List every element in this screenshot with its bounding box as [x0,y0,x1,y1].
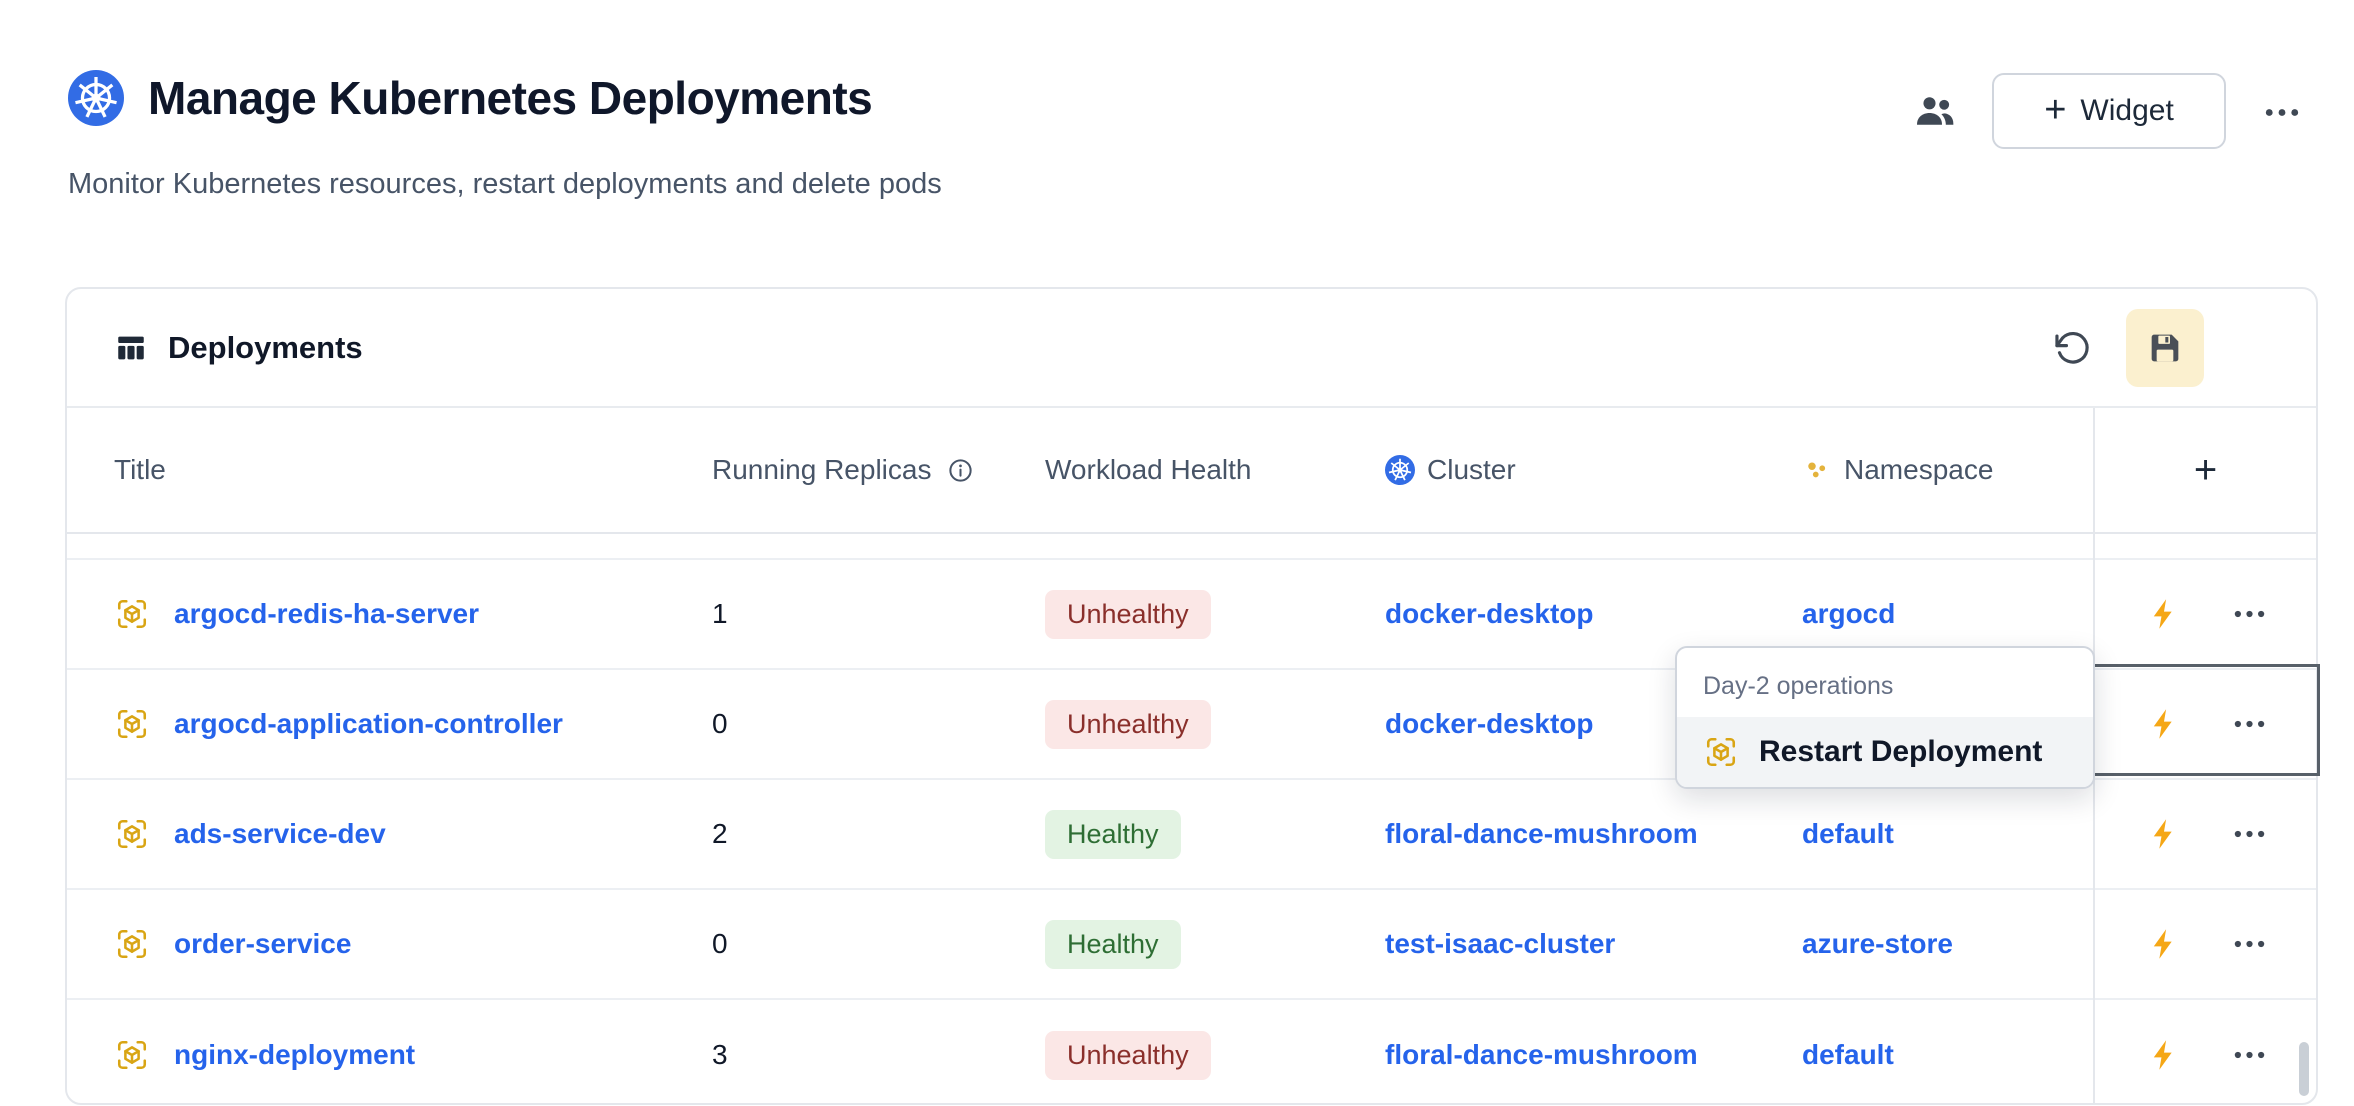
day2-operations-button[interactable] [2146,596,2182,632]
popup-header: Day-2 operations [1677,648,2093,717]
page-subtitle: Monitor Kubernetes resources, restart de… [68,168,942,201]
table-header-row: Title Running Replicas Workload Health C… [67,408,2316,534]
deployment-entity-icon [114,816,150,852]
vertical-scrollbar-thumb[interactable] [2299,1042,2309,1096]
card-title: Deployments [168,330,363,366]
deployment-entity-icon [114,596,150,632]
cluster-link[interactable]: test-isaac-cluster [1385,928,1615,959]
plus-icon: + [2044,91,2066,129]
ellipsis-icon [2234,610,2265,618]
ellipsis-icon [2234,1051,2265,1059]
column-header-title: Title [114,454,712,486]
health-badge: Unhealthy [1045,590,1211,639]
save-button[interactable] [2126,309,2204,387]
partially-scrolled-row [67,534,2316,560]
deployment-title-link[interactable]: nginx-deployment [174,1039,415,1071]
card-header: Deployments [67,289,2316,408]
day2-operations-popup: Day-2 operations Restart Deployment [1675,646,2095,789]
deployment-title-link[interactable]: ads-service-dev [174,818,386,850]
lightning-bolt-icon [2146,926,2182,962]
page-title: Manage Kubernetes Deployments [148,71,872,125]
running-replicas-value: 3 [712,1039,1045,1071]
table-widget-icon [114,331,148,365]
kubernetes-icon [1385,455,1415,485]
deployment-entity-icon [114,1037,150,1073]
lightning-bolt-icon [2146,816,2182,852]
column-header-namespace: Namespace [1802,454,2095,486]
namespace-link[interactable]: argocd [1802,598,1895,629]
running-replicas-value: 1 [712,598,1045,630]
cluster-link[interactable]: docker-desktop [1385,598,1594,629]
table-row: nginx-deployment 3 Unhealthy floral-danc… [67,1000,2316,1105]
ellipsis-icon [2234,830,2265,838]
lightning-bolt-icon [2146,706,2182,742]
deployment-entity-icon [114,706,150,742]
add-column-button[interactable]: + [2095,448,2316,493]
undo-icon [2053,329,2091,367]
namespace-dots-icon [1802,455,1832,485]
save-icon [2145,328,2185,368]
deployment-title-link[interactable]: argocd-application-controller [174,708,563,740]
info-icon[interactable] [947,457,974,484]
running-replicas-value: 2 [712,818,1045,850]
row-more-menu-button[interactable] [2234,610,2265,618]
table-row: ads-service-dev 2 Healthy floral-dance-m… [67,780,2316,890]
cluster-link[interactable]: floral-dance-mushroom [1385,818,1698,849]
kubernetes-logo-icon [68,70,124,126]
day2-operations-button[interactable] [2146,706,2182,742]
cluster-link[interactable]: docker-desktop [1385,708,1594,739]
namespace-link[interactable]: default [1802,818,1894,849]
deployment-title-link[interactable]: argocd-redis-ha-server [174,598,479,630]
ellipsis-icon [2234,940,2265,948]
health-badge: Healthy [1045,920,1181,969]
table-row: order-service 0 Healthy test-isaac-clust… [67,890,2316,1000]
lightning-bolt-icon [2146,1037,2182,1073]
deployment-entity-icon [114,926,150,962]
reset-table-button[interactable] [2044,320,2100,376]
lightning-bolt-icon [2146,596,2182,632]
column-header-workload-health: Workload Health [1045,454,1385,486]
column-header-cluster: Cluster [1385,454,1802,486]
health-badge: Unhealthy [1045,700,1211,749]
running-replicas-value: 0 [712,928,1045,960]
ellipsis-icon [2234,720,2265,728]
restart-deployment-menu-item[interactable]: Restart Deployment [1677,717,2093,787]
share-users-button[interactable] [1906,82,1964,140]
add-widget-label: Widget [2080,94,2173,128]
row-more-menu-button[interactable] [2234,720,2265,728]
health-badge: Unhealthy [1045,1031,1211,1080]
row-more-menu-button[interactable] [2234,830,2265,838]
namespace-link[interactable]: azure-store [1802,928,1953,959]
day2-operations-button[interactable] [2146,816,2182,852]
ellipsis-icon [2265,108,2299,117]
deployment-entity-icon [1703,734,1739,770]
people-icon [1913,89,1957,133]
day2-operations-button[interactable] [2146,1037,2182,1073]
restart-deployment-label: Restart Deployment [1759,735,2042,769]
page-header: Manage Kubernetes Deployments [68,70,872,126]
add-widget-button[interactable]: + Widget [1992,73,2226,149]
cluster-link[interactable]: floral-dance-mushroom [1385,1039,1698,1070]
day2-operations-button[interactable] [2146,926,2182,962]
deployment-title-link[interactable]: order-service [174,928,351,960]
column-header-running-replicas: Running Replicas [712,454,1045,486]
row-more-menu-button[interactable] [2234,940,2265,948]
row-more-menu-button[interactable] [2234,1051,2265,1059]
page-more-menu-button[interactable] [2252,92,2312,132]
namespace-link[interactable]: default [1802,1039,1894,1070]
health-badge: Healthy [1045,810,1181,859]
running-replicas-value: 0 [712,708,1045,740]
